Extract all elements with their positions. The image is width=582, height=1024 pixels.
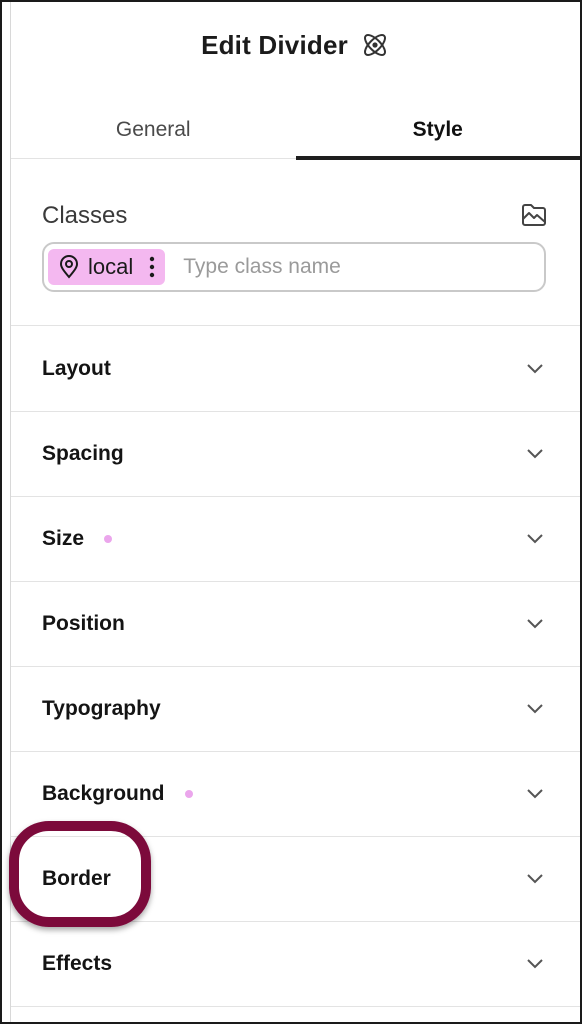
section-label: Effects <box>42 951 113 975</box>
section-label: Border <box>42 866 111 890</box>
class-selector[interactable]: local <box>42 242 546 292</box>
more-vertical-icon[interactable] <box>147 255 157 279</box>
chevron-down-icon <box>527 448 543 458</box>
tab-bar: General Style <box>11 102 581 160</box>
chevron-down-icon <box>527 788 543 798</box>
tab-style[interactable]: Style <box>295 102 581 160</box>
tab-general-label: General <box>115 118 191 141</box>
class-chip-label: local <box>88 254 134 279</box>
section-typography[interactable]: Typography <box>11 666 580 752</box>
folder-icon[interactable] <box>520 202 548 228</box>
section-size[interactable]: Size <box>11 496 580 582</box>
section-effects[interactable]: Effects <box>11 921 580 1007</box>
chevron-down-icon <box>527 533 543 543</box>
section-label: Typography <box>42 696 161 720</box>
section-spacing[interactable]: Spacing <box>11 411 580 497</box>
edit-panel: Edit Divider General Style Classes local… <box>0 0 582 1024</box>
panel-header: Edit Divider <box>11 2 580 88</box>
section-label: Position <box>42 611 125 635</box>
section-label: Layout <box>42 356 111 380</box>
section-label: Spacing <box>42 441 124 465</box>
section-position[interactable]: Position <box>11 581 580 667</box>
chevron-down-icon <box>527 363 543 373</box>
tab-general[interactable]: General <box>11 102 296 158</box>
modified-indicator-dot <box>104 534 113 543</box>
chevron-down-icon <box>527 958 543 968</box>
section-layout[interactable]: Layout <box>11 326 580 412</box>
class-chip-local[interactable]: local <box>48 249 166 285</box>
modified-indicator-dot <box>184 789 193 798</box>
chevron-down-icon <box>527 873 543 883</box>
classes-section: Classes local <box>11 159 580 326</box>
chevron-down-icon <box>527 703 543 713</box>
tab-style-label: Style <box>412 118 463 141</box>
map-pin-icon <box>58 255 80 279</box>
class-name-input[interactable] <box>181 254 486 280</box>
section-background[interactable]: Background <box>11 751 580 837</box>
panel-title: Edit Divider <box>201 29 348 60</box>
classes-label: Classes <box>42 202 128 229</box>
chevron-down-icon <box>527 618 543 628</box>
atom-icon[interactable] <box>360 30 390 60</box>
section-label: Background <box>42 781 165 805</box>
section-label: Size <box>42 526 85 550</box>
section-border[interactable]: Border <box>11 836 580 922</box>
